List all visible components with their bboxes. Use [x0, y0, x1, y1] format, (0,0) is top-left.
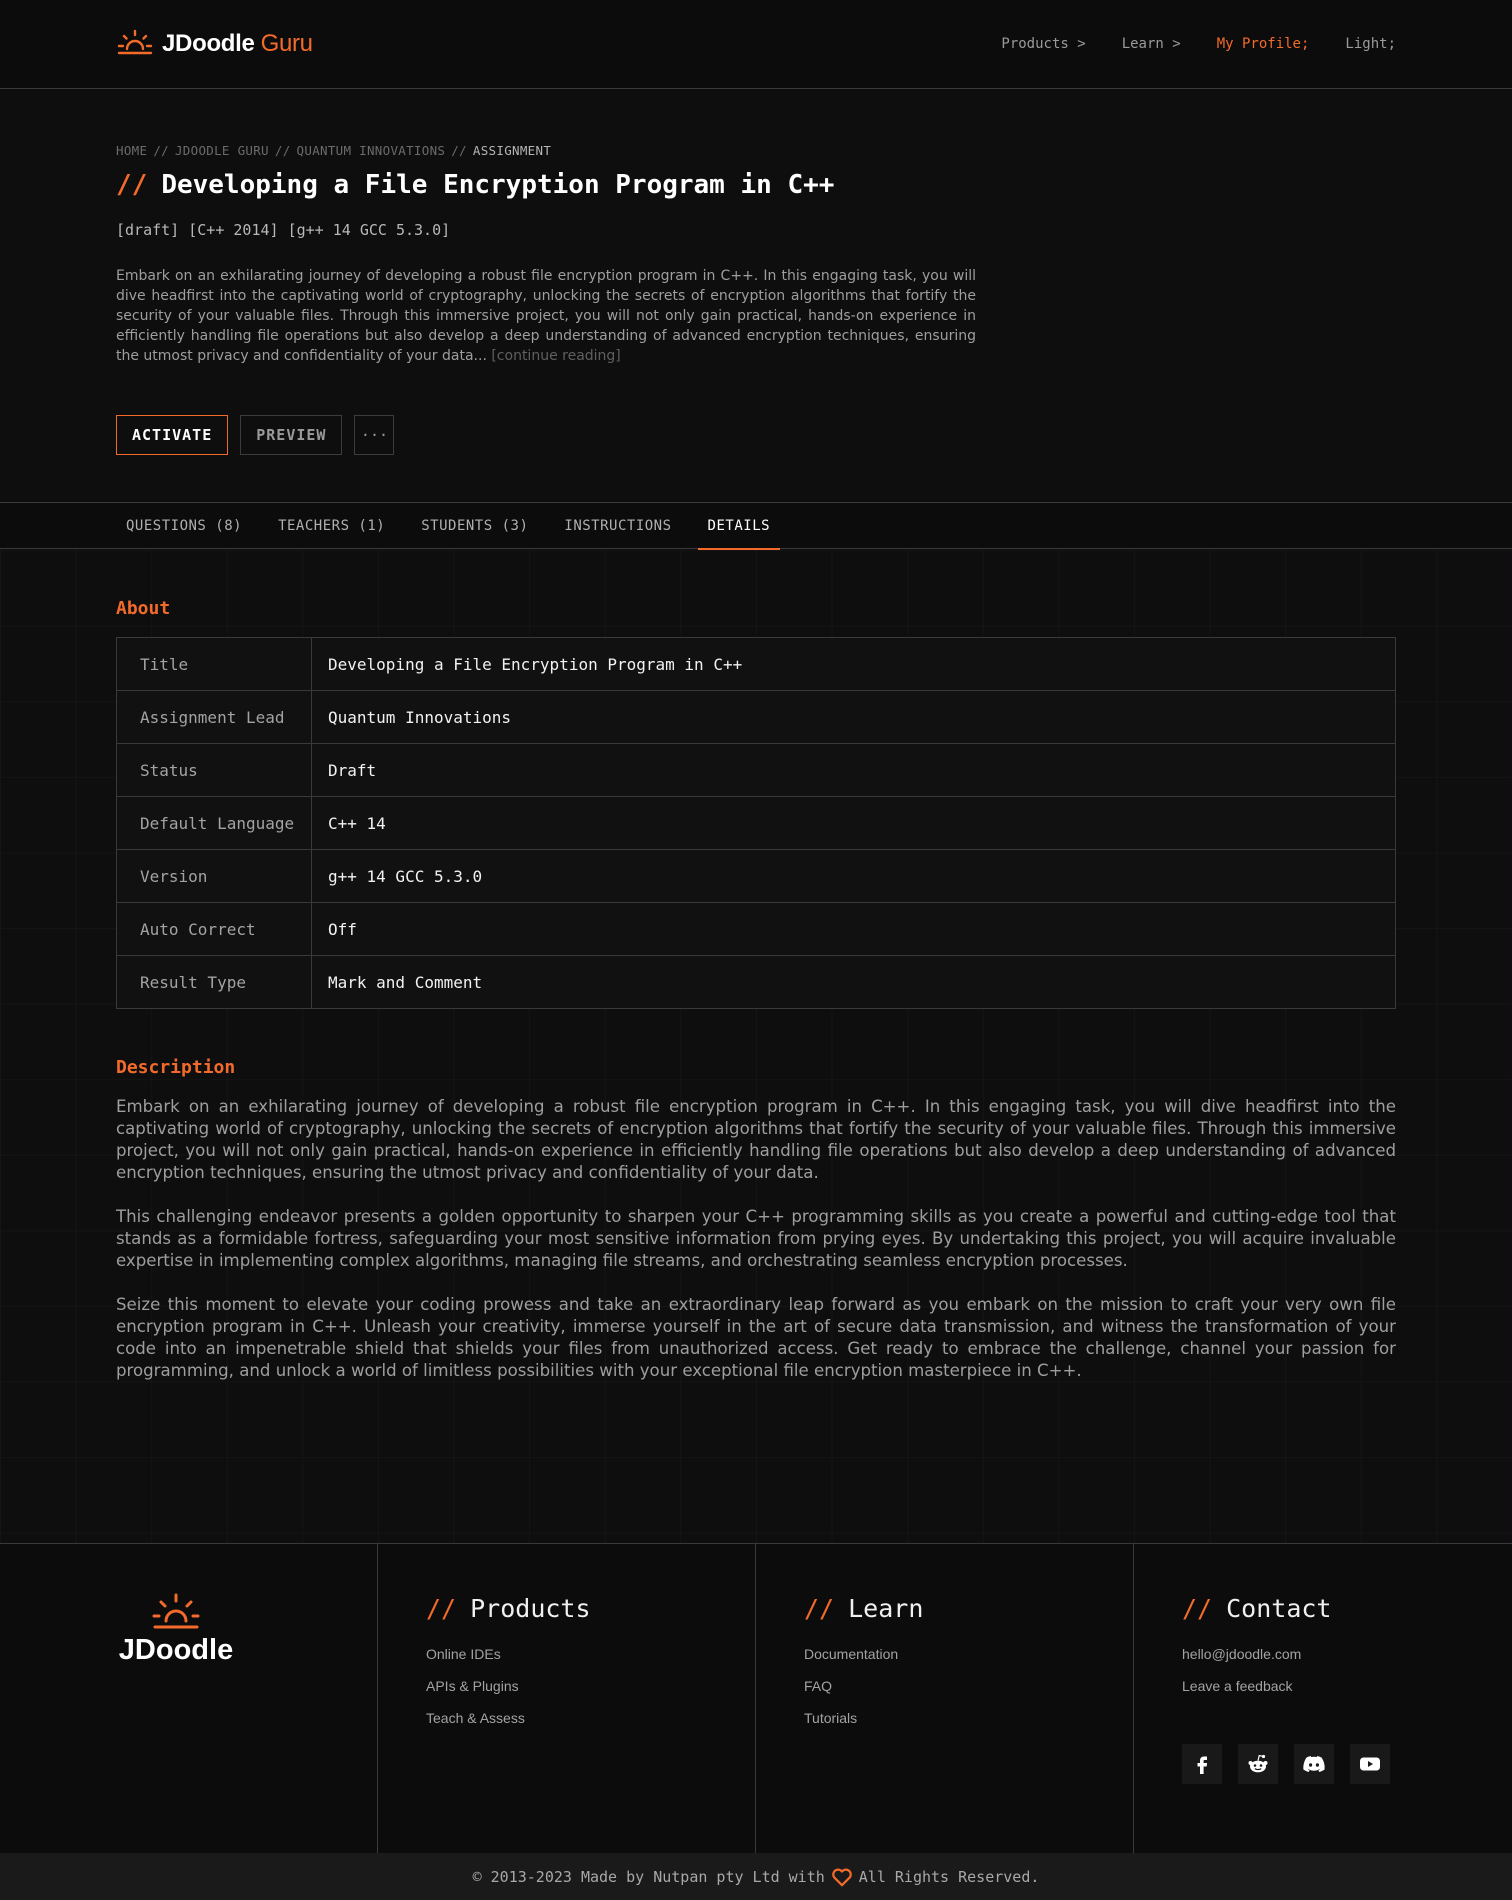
tab-bar: QUESTIONS (8) TEACHERS (1) STUDENTS (3) …	[0, 502, 1512, 550]
table-row: Default Language C++ 14	[116, 796, 1396, 850]
footer-divider	[1133, 1544, 1134, 1854]
sun-logo-icon	[116, 27, 154, 61]
reddit-icon[interactable]	[1238, 1744, 1278, 1784]
footer-link-documentation[interactable]: Documentation	[804, 1646, 898, 1678]
row-key: Title	[116, 637, 312, 691]
tab-teachers[interactable]: TEACHERS (1)	[268, 503, 395, 549]
table-row: Version g++ 14 GCC 5.3.0	[116, 849, 1396, 903]
description-paragraph: Embark on an exhilarating journey of dev…	[116, 1097, 1396, 1182]
about-table: Title Developing a File Encryption Progr…	[116, 637, 1396, 1009]
description-paragraph: Seize this moment to elevate your coding…	[116, 1295, 1396, 1380]
row-value: Mark and Comment	[311, 955, 1396, 1009]
copyright-text-right: All Rights Reserved.	[858, 1867, 1040, 1886]
nav-my-profile[interactable]: My Profile;	[1217, 36, 1310, 52]
logo-suffix: Guru	[260, 30, 313, 57]
footer-products-heading: //Products	[426, 1594, 591, 1623]
facebook-icon[interactable]	[1182, 1744, 1222, 1784]
jdoodle-guru-logo[interactable]: JDoodle Guru	[116, 28, 313, 60]
logo-text: JDoodle	[162, 30, 255, 57]
footer-contact-links: hello@jdoodle.com Leave a feedback	[1182, 1646, 1301, 1710]
site-footer: JDoodle //Products Online IDEs APIs & Pl…	[0, 1543, 1512, 1854]
preview-button[interactable]: PREVIEW	[240, 415, 343, 455]
breadcrumb-quantum-innovations[interactable]: QUANTUM INNOVATIONS	[297, 143, 446, 158]
row-key: Result Type	[116, 955, 312, 1009]
table-row: Assignment Lead Quantum Innovations	[116, 690, 1396, 744]
footer-link-tutorials[interactable]: Tutorials	[804, 1710, 898, 1742]
copyright-text-left: © 2013-2023 Made by Nutpan pty Ltd with	[472, 1867, 825, 1886]
discord-icon[interactable]	[1294, 1744, 1334, 1784]
copyright-bar: © 2013-2023 Made by Nutpan pty Ltd with …	[0, 1853, 1512, 1900]
breadcrumb-separator: //	[451, 143, 467, 158]
footer-link-teach-assess[interactable]: Teach & Assess	[426, 1710, 525, 1742]
nav-learn[interactable]: Learn >	[1122, 36, 1181, 52]
social-links	[1182, 1744, 1390, 1784]
title-slashes: //	[116, 170, 148, 200]
table-row: Auto Correct Off	[116, 902, 1396, 956]
breadcrumb: HOME // JDOODLE GURU // QUANTUM INNOVATIONS /…	[116, 143, 551, 158]
row-value: Draft	[311, 743, 1396, 797]
breadcrumb-current: ASSIGNMENT	[472, 143, 552, 158]
footer-logo-text: JDoodle	[118, 1634, 234, 1666]
about-heading: About	[116, 598, 171, 619]
row-key: Default Language	[116, 796, 312, 850]
footer-link-faq[interactable]: FAQ	[804, 1678, 898, 1710]
continue-reading-link[interactable]: [continue reading]	[491, 348, 620, 364]
more-options-button[interactable]: ···	[354, 415, 395, 455]
description-paragraph: This challenging endeavor presents a gol…	[116, 1207, 1396, 1270]
top-navbar: JDoodle Guru Products > Learn > My Profi…	[0, 0, 1512, 89]
row-value: g++ 14 GCC 5.3.0	[311, 849, 1396, 903]
row-value: C++ 14	[311, 796, 1396, 850]
row-value: Developing a File Encryption Program in …	[311, 637, 1396, 691]
footer-link-online-ides[interactable]: Online IDEs	[426, 1646, 525, 1678]
action-buttons: ACTIVATE PREVIEW ···	[116, 415, 395, 455]
footer-link-apis-plugins[interactable]: APIs & Plugins	[426, 1678, 525, 1710]
breadcrumb-separator: //	[153, 143, 169, 158]
assignment-tags: [draft] [C++ 2014] [g++ 14 GCC 5.3.0]	[116, 221, 451, 239]
row-key: Auto Correct	[116, 902, 312, 956]
summary-text: Embark on an exhilarating journey of dev…	[116, 266, 976, 366]
tab-students[interactable]: STUDENTS (3)	[411, 503, 538, 549]
row-key: Assignment Lead	[116, 690, 312, 744]
tab-details[interactable]: DETAILS	[697, 503, 781, 550]
heart-icon	[831, 1867, 853, 1887]
table-row: Result Type Mark and Comment	[116, 955, 1396, 1009]
sun-logo-icon	[116, 1590, 236, 1632]
footer-learn-heading: //Learn	[804, 1594, 924, 1623]
nav-products[interactable]: Products >	[1001, 36, 1085, 52]
row-value: Quantum Innovations	[311, 690, 1396, 744]
footer-link-feedback[interactable]: Leave a feedback	[1182, 1678, 1301, 1710]
footer-learn-links: Documentation FAQ Tutorials	[804, 1646, 898, 1742]
row-value: Off	[311, 902, 1396, 956]
description-heading: Description	[116, 1057, 236, 1078]
footer-divider	[377, 1544, 378, 1854]
breadcrumb-home[interactable]: HOME	[116, 143, 147, 158]
youtube-icon[interactable]	[1350, 1744, 1390, 1784]
page-title-text: Developing a File Encryption Program in …	[161, 170, 835, 200]
footer-logo[interactable]: JDoodle	[116, 1590, 236, 1667]
description-body: Embark on an exhilarating journey of dev…	[116, 1096, 1396, 1404]
page-title: // Developing a File Encryption Program …	[116, 170, 834, 200]
footer-products-links: Online IDEs APIs & Plugins Teach & Asses…	[426, 1646, 525, 1742]
main-nav: Products > Learn > My Profile; Light;	[1001, 36, 1396, 52]
footer-divider	[755, 1544, 756, 1854]
breadcrumb-jdoodle-guru[interactable]: JDOODLE GURU	[175, 143, 269, 158]
activate-button[interactable]: ACTIVATE	[116, 415, 229, 455]
tab-questions[interactable]: QUESTIONS (8)	[116, 503, 252, 549]
footer-link-email[interactable]: hello@jdoodle.com	[1182, 1646, 1301, 1678]
tab-instructions[interactable]: INSTRUCTIONS	[554, 503, 681, 549]
breadcrumb-separator: //	[274, 143, 291, 158]
row-key: Version	[116, 849, 312, 903]
nav-theme-toggle[interactable]: Light;	[1345, 36, 1396, 52]
footer-contact-heading: //Contact	[1182, 1594, 1332, 1623]
table-row: Status Draft	[116, 743, 1396, 797]
row-key: Status	[116, 743, 312, 797]
table-row: Title Developing a File Encryption Progr…	[116, 637, 1396, 691]
